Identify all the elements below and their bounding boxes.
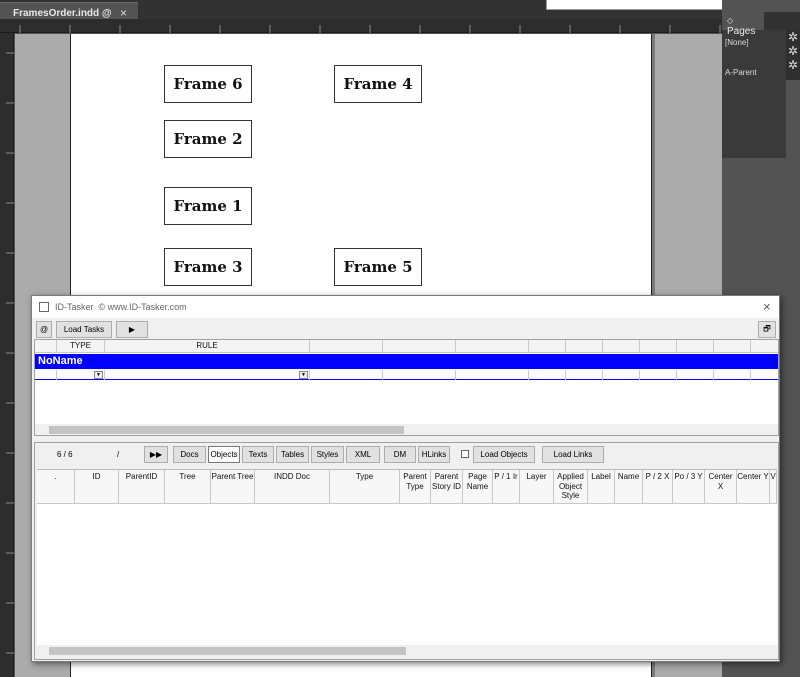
frame-label: Frame 2 [173,130,243,148]
frame-label: Frame 5 [343,258,413,276]
load-links-button[interactable]: Load Links [542,446,604,463]
frame-1[interactable]: Frame 1 [164,187,252,225]
load-objects-button[interactable]: Load Objects [473,446,535,463]
frame-label: Frame 1 [173,197,243,215]
scrollbar-thumb[interactable] [49,647,406,655]
col-header[interactable]: . [37,470,75,504]
pages-parent-item[interactable]: A-Parent [725,68,757,77]
col-header[interactable]: Parent Type [400,470,431,504]
load-tasks-button[interactable]: Load Tasks [56,321,112,338]
load-objects-checkbox[interactable] [461,450,469,458]
gear-icon[interactable]: ✲ [786,30,800,44]
pages-collapse-icon[interactable]: ◇ [727,16,733,25]
restore-icon[interactable]: 🗗 [758,321,776,338]
col-header[interactable]: INDD Doc [255,470,330,504]
col-header[interactable]: V [770,470,777,504]
panel-icon-strip: ✲ ✲ ✲ [786,30,800,80]
col-header[interactable]: P / 2 X [643,470,673,504]
col-header[interactable]: Parent Story ID [431,470,463,504]
frame-4[interactable]: Frame 4 [334,65,422,103]
tasks-grid: TYPE RULE NoName ▼ ▼ [34,339,779,436]
grid-header [383,340,456,353]
objects-horizontal-scrollbar[interactable] [37,645,777,656]
task-edit-row[interactable]: ▼ ▼ [35,370,778,380]
pages-panel-header [764,12,800,30]
col-header[interactable]: Po / 3 Y [673,470,705,504]
col-header[interactable]: Center Y [737,470,770,504]
grid-header-rule[interactable]: RULE [105,340,310,353]
objects-panel: 6 / 6 / ▶▶ Docs Objects Texts Tables Sty… [34,442,779,660]
task-group-row[interactable]: NoName [35,354,778,369]
grid-header [456,340,529,353]
col-header[interactable]: Layer [520,470,554,504]
tab-tables[interactable]: Tables [276,446,309,463]
col-header[interactable]: Parent Tree [211,470,255,504]
frame-2[interactable]: Frame 2 [164,120,252,158]
chevron-down-icon[interactable]: ▼ [94,371,103,379]
grid-header-type[interactable]: TYPE [57,340,105,353]
tab-objects[interactable]: Objects [208,446,240,463]
col-header[interactable]: ID [75,470,119,504]
gear-icon[interactable]: ✲ [786,58,800,72]
frame-5[interactable]: Frame 5 [334,248,422,286]
grid-header [640,340,677,353]
tab-dm[interactable]: DM [384,446,416,463]
pages-tab[interactable]: ◇ Pages [722,12,764,37]
close-icon[interactable]: × [120,6,127,20]
frame-label: Frame 6 [173,75,243,93]
app-title: ID-Tasker [55,302,94,312]
fast-forward-button[interactable]: ▶▶ [144,446,168,463]
frame-6[interactable]: Frame 6 [164,65,252,103]
frame-label: Frame 4 [343,75,413,93]
app-subtitle: © www.ID-Tasker.com [98,302,187,312]
scrollbar-thumb[interactable] [49,426,404,434]
id-tasker-window: ID-Tasker © www.ID-Tasker.com × @ Load T… [31,295,780,662]
window-title: ID-Tasker © www.ID-Tasker.com [55,302,187,312]
type-dropdown[interactable]: ▼ [57,370,105,380]
at-button[interactable]: @ [36,321,52,338]
counter-separator: / [117,450,120,459]
tab-docs[interactable]: Docs [173,446,206,463]
gear-icon[interactable]: ✲ [786,44,800,58]
objects-grid: . ID ParentID Tree Parent Tree INDD Doc … [37,469,777,645]
grid-header [714,340,751,353]
pages-none-item[interactable]: [None] [725,38,749,47]
vertical-ruler [0,33,14,677]
col-header[interactable]: P / 1 Ir [493,470,520,504]
play-button[interactable]: ▶ [116,321,148,338]
col-header[interactable]: ParentID [119,470,165,504]
horizontal-ruler [0,19,722,33]
chevron-down-icon[interactable]: ▼ [299,371,308,379]
app-icon [39,302,49,312]
pages-tab-label: Pages [727,26,756,37]
col-header[interactable]: Name [615,470,643,504]
col-header[interactable]: Type [330,470,400,504]
grid-header [310,340,383,353]
grid-header [677,340,714,353]
close-icon[interactable]: × [763,299,771,314]
rule-dropdown[interactable]: ▼ [105,370,310,380]
col-header[interactable]: Page Name [463,470,493,504]
col-header[interactable]: Center X [705,470,737,504]
frame-label: Frame 3 [173,258,243,276]
col-header[interactable]: Applied Object Style [554,470,588,504]
frame-3[interactable]: Frame 3 [164,248,252,286]
grid-header [603,340,640,353]
record-counter: 6 / 6 [57,450,73,459]
grid-header [529,340,566,353]
tab-texts[interactable]: Texts [242,446,274,463]
tab-styles[interactable]: Styles [311,446,344,463]
grid-header [751,340,778,353]
tab-xml[interactable]: XML [346,446,380,463]
col-header[interactable]: Label [588,470,615,504]
tasks-horizontal-scrollbar[interactable] [35,424,778,435]
tab-hlinks[interactable]: HLinks [418,446,450,463]
grid-header-row-selector [35,340,57,353]
col-header[interactable]: Tree [165,470,211,504]
grid-header [566,340,603,353]
